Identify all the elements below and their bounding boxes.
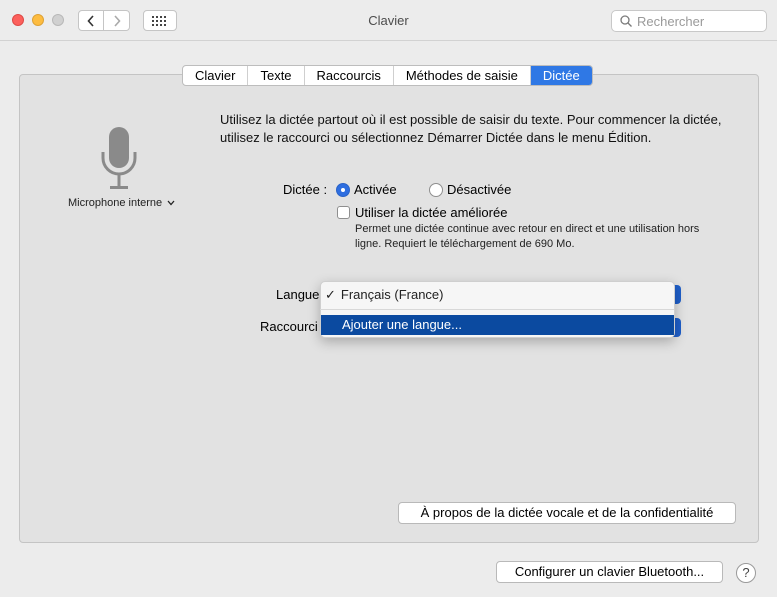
about-dictation-button[interactable]: À propos de la dictée vocale et de la co… <box>398 502 736 524</box>
help-button[interactable]: ? <box>736 563 756 583</box>
search-placeholder: Rechercher <box>637 13 705 29</box>
microphone-source-popup[interactable]: Microphone interne <box>68 197 175 209</box>
search-field[interactable]: Rechercher <box>611 10 767 32</box>
tab-texte[interactable]: Texte <box>248 66 305 85</box>
dictation-off-label[interactable]: Désactivée <box>447 182 511 197</box>
dictation-description: Utilisez la dictée partout où il est pos… <box>220 112 722 145</box>
chevron-down-icon <box>167 200 175 206</box>
microphone-icon <box>101 127 137 189</box>
tab-clavier[interactable]: Clavier <box>183 66 249 85</box>
dictation-on-radio[interactable] <box>336 183 350 197</box>
dictation-on-label[interactable]: Activée <box>354 182 397 197</box>
tab-methodes-de-saisie[interactable]: Méthodes de saisie <box>394 66 531 85</box>
enhanced-dictation-note: Permet une dictée continue avec retour e… <box>355 223 700 250</box>
tab-raccourcis[interactable]: Raccourcis <box>305 66 394 85</box>
enhanced-dictation-label[interactable]: Utiliser la dictée améliorée <box>355 205 507 220</box>
menu-separator <box>320 309 674 310</box>
microphone-source-label: Microphone interne <box>68 197 163 209</box>
search-icon <box>620 15 632 27</box>
tab-dictee[interactable]: Dictée <box>530 66 592 85</box>
dictation-off-radio[interactable] <box>429 183 443 197</box>
menu-item-francais[interactable]: ✓ Français (France) <box>325 287 443 303</box>
shortcut-label: Raccourci <box>260 319 318 334</box>
menu-item-francais-label: Français (France) <box>340 287 444 302</box>
enhanced-dictation-checkbox[interactable] <box>337 206 350 219</box>
menu-item-add-language[interactable]: Ajouter une langue... <box>321 315 674 335</box>
checkmark-icon: ✓ <box>325 287 336 302</box>
language-label: Langue <box>276 287 320 302</box>
tab-bar: Clavier Texte Raccourcis Méthodes de sai… <box>182 65 593 86</box>
dictation-label: Dictée : <box>283 182 328 197</box>
configure-bluetooth-keyboard-button[interactable]: Configurer un clavier Bluetooth... <box>496 561 723 583</box>
